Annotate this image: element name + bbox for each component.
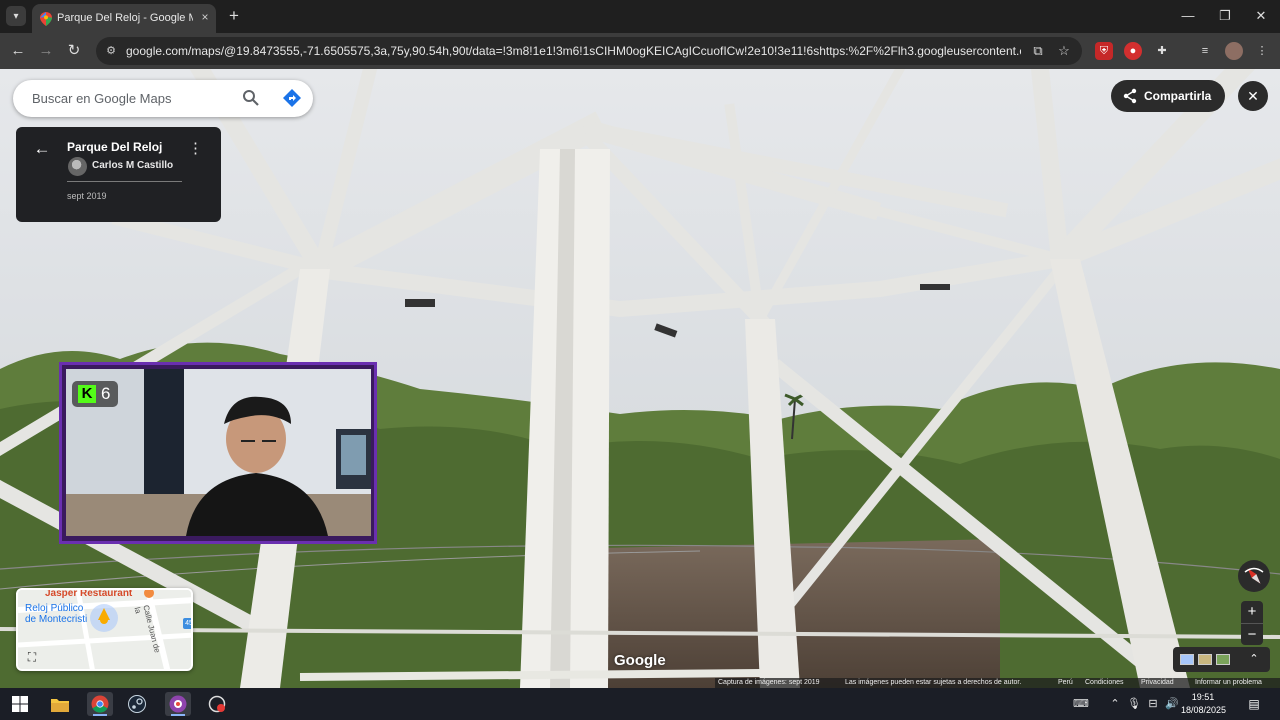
site-info-icon[interactable]: ⚙ — [104, 44, 118, 58]
layer-thumb-terrain[interactable] — [1198, 654, 1212, 665]
screen: ▾ Parque Del Reloj - Google Maps × + — ❐… — [0, 0, 1280, 720]
maximize-button[interactable]: ❐ — [1214, 6, 1236, 26]
start-button[interactable] — [7, 692, 33, 716]
tab-search-button[interactable]: ▾ — [6, 6, 26, 26]
volume-icon[interactable]: 🔊 — [1165, 697, 1179, 711]
google-wordmark: Google — [614, 652, 666, 669]
tab-google-maps[interactable]: Parque Del Reloj - Google Maps × — [32, 4, 216, 33]
clock-time[interactable]: 19:51 — [1185, 691, 1221, 703]
country-link[interactable]: Perú — [1058, 678, 1073, 688]
layers-control[interactable]: ⌃ — [1173, 647, 1270, 672]
kick-logo-icon: K — [78, 385, 96, 403]
window-close-button[interactable]: ✕ — [1250, 6, 1272, 26]
clock-date[interactable]: 18/08/2025 — [1181, 704, 1226, 716]
media-control-icon[interactable]: ≡ — [1196, 42, 1214, 60]
author-avatar[interactable] — [68, 157, 87, 176]
webcam-video: K 6 — [66, 369, 371, 536]
terms-link[interactable]: Condiciones — [1085, 678, 1124, 688]
expand-map-icon[interactable]: ⛶ — [25, 650, 39, 664]
extension-record-icon[interactable]: ● — [1124, 42, 1142, 60]
forward-button[interactable]: → — [36, 41, 56, 61]
directions-icon[interactable] — [282, 88, 302, 108]
close-street-view-button[interactable]: ✕ — [1238, 81, 1268, 111]
compass-button[interactable] — [1238, 560, 1270, 592]
back-button[interactable]: ← — [8, 41, 28, 61]
taskbar-steam[interactable] — [124, 692, 150, 716]
imagery-date-label: Captura de imágenes: sept 2019 — [718, 679, 820, 686]
route-shield: 45 — [183, 618, 191, 629]
notification-icon[interactable]: ▤ — [1246, 696, 1262, 712]
profile-avatar[interactable] — [1225, 42, 1243, 60]
compass-icon — [1244, 567, 1264, 584]
browser-menu-icon[interactable]: ⋮ — [1253, 42, 1271, 60]
kick-viewer-badge: K 6 — [72, 381, 118, 407]
layer-thumb-satellite[interactable] — [1216, 654, 1230, 665]
new-tab-button[interactable]: + — [225, 6, 243, 26]
browser-toolbar: ← → ↻ ⚙ google.com/maps/@19.8473555,-71.… — [0, 33, 1280, 69]
taskbar-streaming-app[interactable] — [165, 692, 191, 716]
install-app-icon[interactable]: ⧉ — [1030, 43, 1046, 59]
bookmark-star-icon[interactable]: ☆ — [1056, 43, 1072, 59]
author-name[interactable]: Carlos M Castillo — [92, 160, 173, 171]
share-label: Compartirla — [1144, 89, 1212, 103]
reload-button[interactable]: ↻ — [64, 41, 84, 61]
zoom-in-button[interactable]: + — [1241, 601, 1263, 623]
search-input[interactable]: Buscar en Google Maps — [32, 91, 171, 106]
windows-taskbar: ⌨ ⌃ 🎙 ⊟ 🔊 19:51 18/08/2025 ▤ — [0, 688, 1280, 720]
minimap-place-label-line2: de Montecristi — [25, 614, 88, 625]
active-app-indicator — [93, 714, 107, 716]
taskbar-recorder[interactable] — [204, 692, 230, 716]
report-problem-link[interactable]: Informar un problema — [1195, 678, 1262, 688]
place-info-card: ← Parque Del Reloj ⋮ Carlos M Castillo s… — [16, 127, 221, 222]
layer-thumb-map[interactable] — [1180, 654, 1194, 665]
browser-tab-bar: ▾ Parque Del Reloj - Google Maps × + — ❐… — [0, 0, 1280, 33]
webcam-overlay: K 6 — [59, 362, 377, 544]
copyright-notice: Las imágenes pueden estar sujetas a dere… — [845, 679, 1022, 686]
streaming-app-icon — [169, 695, 187, 713]
active-app-indicator — [171, 714, 185, 716]
recorder-icon — [208, 695, 226, 713]
network-icon[interactable]: ⊟ — [1146, 697, 1160, 711]
more-options-icon[interactable]: ⋮ — [188, 141, 203, 157]
url-text[interactable]: google.com/maps/@19.8473555,-71.6505575,… — [126, 44, 1021, 58]
minimap-place-label-line1: Reloj Público — [25, 603, 84, 614]
minimap-restaurant-label: Jasper Restaurant — [45, 588, 133, 599]
place-title[interactable]: Parque Del Reloj — [67, 140, 162, 154]
windows-logo-icon — [12, 696, 28, 712]
tab-title: Parque Del Reloj - Google Maps — [57, 12, 193, 24]
zoom-out-button[interactable]: − — [1241, 623, 1263, 645]
minimize-button[interactable]: — — [1177, 6, 1199, 26]
search-icon[interactable] — [242, 89, 260, 107]
extensions-puzzle-icon[interactable]: ✚ — [1153, 42, 1171, 60]
extension-shield-icon[interactable]: ⛨ — [1095, 42, 1113, 60]
chrome-icon — [91, 695, 109, 713]
back-arrow-icon[interactable]: ← — [32, 139, 52, 159]
share-icon — [1123, 88, 1137, 104]
tab-close-icon[interactable]: × — [198, 10, 212, 24]
taskbar-file-explorer[interactable] — [47, 692, 73, 716]
microphone-icon[interactable]: 🎙 — [1127, 697, 1141, 711]
chevron-up-icon[interactable]: ⌃ — [1246, 651, 1262, 667]
attribution-bar: Captura de imágenes: sept 2019 Las imáge… — [715, 678, 1280, 688]
taskbar-chrome[interactable] — [87, 692, 113, 716]
share-button[interactable]: Compartirla — [1111, 80, 1225, 112]
chevron-up-icon[interactable]: ⌃ — [1108, 697, 1122, 711]
privacy-link[interactable]: Privacidad — [1141, 678, 1174, 688]
folder-icon — [51, 698, 69, 712]
capture-date: sept 2019 — [67, 191, 107, 201]
google-maps-favicon-icon — [40, 12, 52, 26]
viewer-count: 6 — [101, 384, 111, 403]
maps-search-box[interactable]: Buscar en Google Maps — [13, 80, 313, 117]
mini-map[interactable]: Jasper Restaurant Reloj Público de Monte… — [16, 588, 193, 671]
address-bar[interactable]: ⚙ google.com/maps/@19.8473555,-71.650557… — [96, 37, 1082, 65]
keyboard-icon[interactable]: ⌨ — [1072, 697, 1090, 711]
author-divider — [67, 181, 182, 182]
steam-icon — [128, 695, 146, 713]
